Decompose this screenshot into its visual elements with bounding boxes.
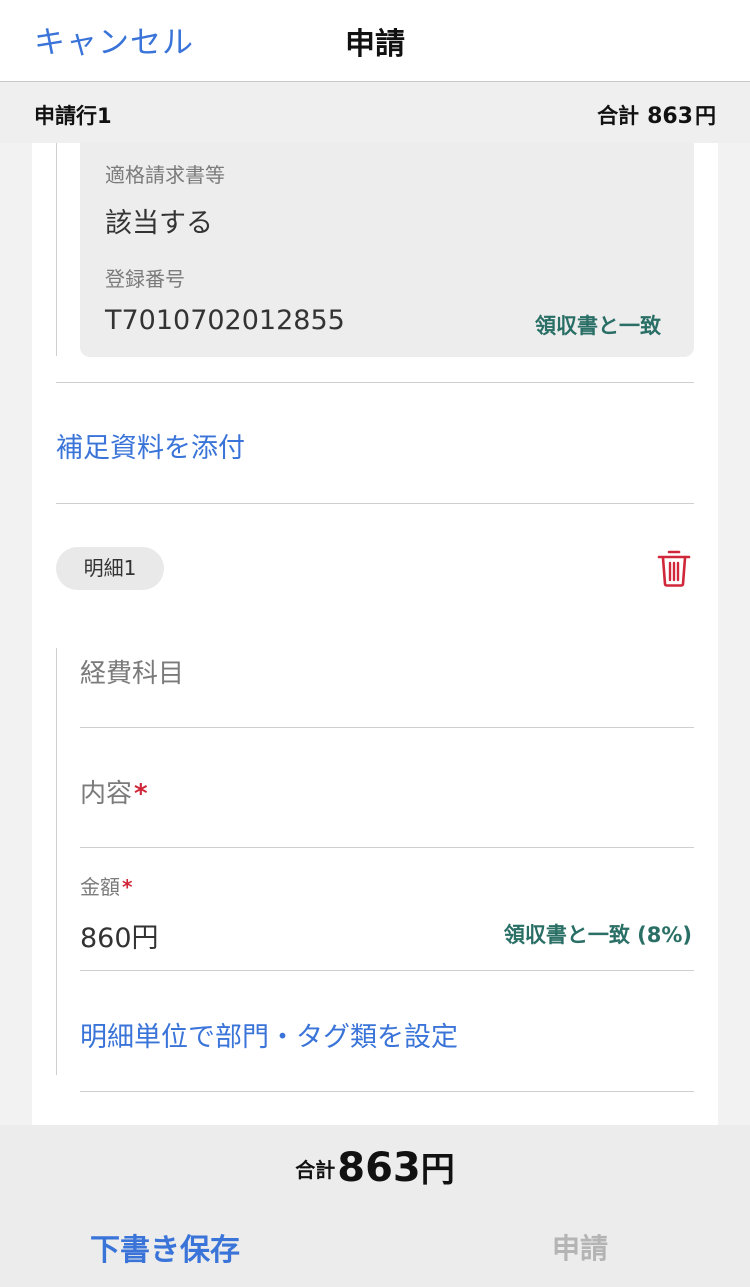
- group-indent-rule: [56, 143, 57, 356]
- footer-total-amount: 863: [337, 1145, 421, 1191]
- required-mark: *: [134, 779, 148, 809]
- application-line-card: 適格請求書等 該当する 登録番号 T7010702012855 領収書と一致 補…: [32, 143, 718, 1133]
- delete-detail-button[interactable]: [656, 549, 692, 587]
- detail-chip: 明細1: [56, 547, 164, 590]
- section-total-label: 合計: [597, 104, 640, 128]
- registration-match-badge: 領収書と一致: [535, 314, 661, 338]
- bottom-action-bar: 合計863円 下書き保存 申請: [0, 1125, 750, 1287]
- qualified-invoice-label: 適格請求書等: [105, 163, 225, 187]
- divider: [56, 382, 694, 383]
- detail-indent-rule: [56, 648, 57, 1075]
- footer-total: 合計863円: [0, 1142, 750, 1191]
- section-total-amount: 863: [647, 104, 693, 129]
- save-draft-button[interactable]: 下書き保存: [90, 1225, 240, 1269]
- divider: [80, 970, 694, 971]
- required-mark: *: [122, 875, 133, 899]
- section-header: 申請行1 合計 863円: [0, 82, 750, 143]
- amount-value: 860: [80, 923, 132, 954]
- content-field[interactable]: 内容*: [80, 773, 148, 810]
- submit-button[interactable]: 申請: [552, 1227, 608, 1267]
- registration-number-label: 登録番号: [105, 267, 185, 291]
- set-department-tags-link[interactable]: 明細単位で部門・タグ類を設定: [80, 1015, 458, 1054]
- divider: [56, 503, 694, 504]
- section-total-unit: 円: [695, 104, 716, 128]
- divider: [80, 1091, 694, 1092]
- qualified-invoice-box: 適格請求書等 該当する 登録番号 T7010702012855 領収書と一致: [80, 143, 694, 357]
- trash-icon: [657, 550, 691, 587]
- amount-field[interactable]: 860円: [80, 916, 159, 955]
- expense-account-field[interactable]: 経費科目: [80, 653, 184, 690]
- divider: [80, 727, 694, 728]
- attach-supplementary-link[interactable]: 補足資料を添付: [56, 426, 245, 465]
- page-title: 申請: [345, 27, 405, 62]
- content-label: 内容: [80, 779, 133, 809]
- section-total: 合計 863円: [597, 100, 716, 130]
- amount-match-badge: 領収書と一致 (8%): [503, 923, 692, 947]
- divider: [80, 847, 694, 848]
- footer-total-unit: 円: [420, 1150, 455, 1190]
- navigation-bar: キャンセル 申請: [0, 0, 750, 82]
- section-title: 申請行1: [34, 104, 112, 128]
- registration-number-value: T7010702012855: [105, 305, 345, 336]
- amount-unit: 円: [131, 923, 159, 954]
- qualified-invoice-value: 該当する: [105, 208, 213, 239]
- amount-label-text: 金額: [80, 875, 120, 899]
- footer-total-label: 合計: [295, 1158, 336, 1182]
- amount-label: 金額 *: [80, 871, 132, 900]
